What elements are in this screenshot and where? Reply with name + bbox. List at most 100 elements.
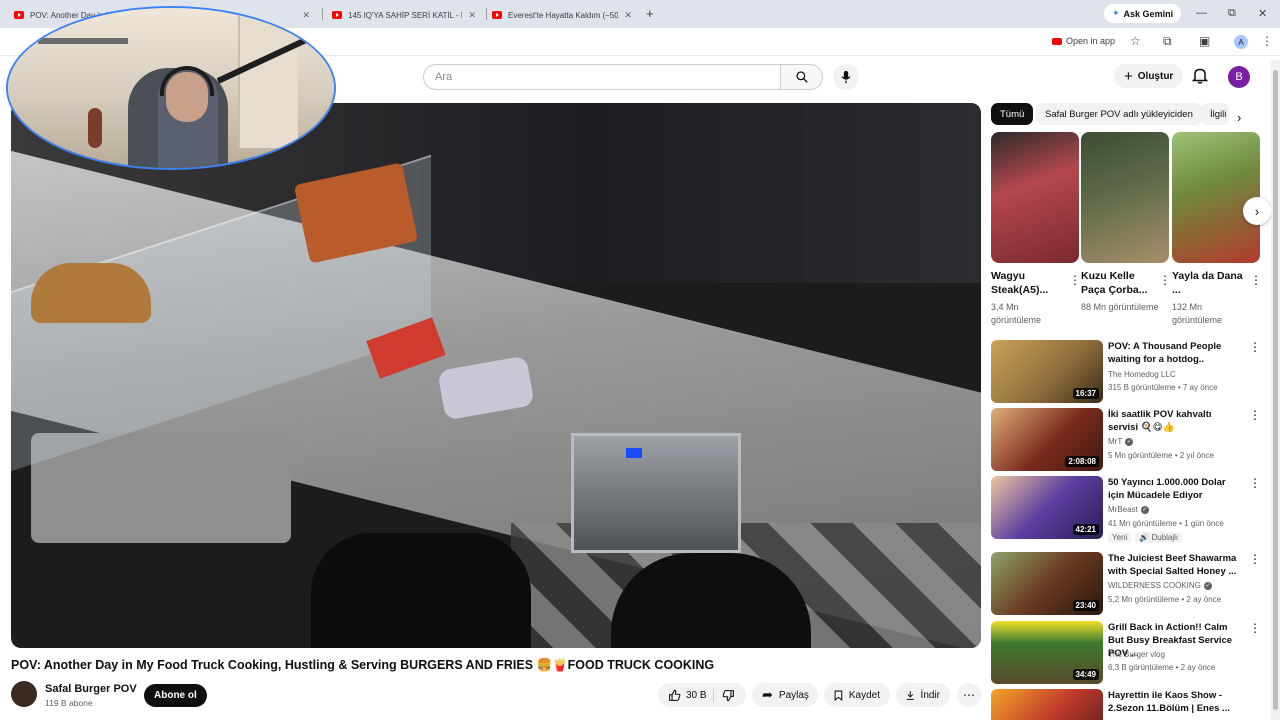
video-thumbnail[interactable]: 23:40 bbox=[991, 552, 1103, 615]
video-title[interactable]: The Juiciest Beef Shawarma with Special … bbox=[1108, 552, 1240, 578]
video-meta: 6,3 B görüntüleme • 2 ay önce bbox=[1108, 663, 1216, 672]
video-title[interactable]: Hayrettin ile Kaos Show - 2.Sezon 11.Böl… bbox=[1108, 689, 1240, 715]
channel-name[interactable]: MrBeast ✓ bbox=[1108, 505, 1149, 514]
thumbs-down-icon bbox=[722, 689, 734, 701]
video-title[interactable]: İki saatlik POV kahvaltı servisi 🍳😋👍 bbox=[1108, 408, 1240, 434]
chip-related[interactable]: İlgili bbox=[1201, 103, 1229, 125]
video-title[interactable]: 50 Yayıncı 1.000.000 Dolar için Mücadele… bbox=[1108, 476, 1240, 502]
short-title[interactable]: Yayla da Dana ... bbox=[1172, 269, 1244, 297]
chip-from-uploader[interactable]: Safal Burger POV adlı yükleyiciden bbox=[1036, 103, 1202, 125]
short-thumbnail[interactable] bbox=[1081, 132, 1169, 263]
short-card[interactable]: Kuzu Kelle Paça Çorba... 88 Mn görüntüle… bbox=[1081, 132, 1171, 314]
channel-name[interactable]: The Burger vlog bbox=[1108, 650, 1165, 659]
short-thumbnail[interactable] bbox=[991, 132, 1079, 263]
tab-everest[interactable]: Everest'te Hayatta Kaldım (−50 ✕ bbox=[484, 4, 640, 26]
more-vert-icon[interactable]: ⋮ bbox=[1249, 340, 1261, 354]
duration-badge: 16:37 bbox=[1072, 388, 1099, 399]
more-vert-icon[interactable]: ⋮ bbox=[1249, 689, 1253, 703]
video-player[interactable] bbox=[11, 103, 981, 648]
download-button[interactable]: İndir bbox=[896, 683, 950, 707]
more-vert-icon[interactable]: ⋮ bbox=[1249, 408, 1261, 422]
close-icon[interactable]: ✕ bbox=[624, 10, 632, 21]
channel-avatar[interactable] bbox=[11, 681, 37, 707]
verified-icon: ✓ bbox=[1203, 581, 1212, 590]
more-vert-icon[interactable]: ⋮ bbox=[1249, 621, 1261, 635]
tab-title: Everest'te Hayatta Kaldım (−50 bbox=[508, 10, 619, 20]
share-button[interactable]: ➦ Paylaş bbox=[752, 683, 818, 707]
chip-all[interactable]: Tümü bbox=[991, 103, 1034, 125]
search-input[interactable]: Ara bbox=[423, 64, 781, 90]
audio-icon: 🔊 bbox=[1139, 533, 1152, 542]
scrollbar-thumb[interactable] bbox=[1273, 70, 1278, 710]
browser-profile-avatar[interactable]: A bbox=[1234, 35, 1248, 49]
like-button[interactable]: 30 B bbox=[668, 689, 707, 702]
video-frame-display bbox=[626, 448, 642, 458]
tab-serial-killer[interactable]: 145 IQ'YA SAHİP SERİ KATİL - El ✕ bbox=[324, 4, 484, 26]
recommendation-item[interactable]: 42:21 50 Yayıncı 1.000.000 Dolar için Mü… bbox=[991, 476, 1261, 543]
more-vert-icon[interactable]: ⋮ bbox=[1249, 476, 1261, 490]
tab-search-icon[interactable]: ▣ bbox=[1199, 34, 1210, 48]
new-tab-button[interactable]: + bbox=[646, 6, 654, 21]
more-vert-icon[interactable]: ⋮ bbox=[1069, 273, 1081, 287]
save-button[interactable]: Kaydet bbox=[824, 683, 890, 707]
channel-name[interactable]: MrT ✓ bbox=[1108, 437, 1134, 446]
channel-name[interactable]: The Homedog LLC bbox=[1108, 370, 1176, 379]
menu-dots-icon[interactable]: ⋮ bbox=[1261, 34, 1273, 48]
new-badge: Yeni bbox=[1108, 532, 1132, 543]
chevron-right-icon: › bbox=[1254, 203, 1260, 219]
more-vert-icon[interactable]: ⋮ bbox=[1159, 273, 1171, 287]
more-actions-button[interactable]: ⋯ bbox=[957, 683, 981, 707]
more-vert-icon[interactable]: ⋮ bbox=[1250, 273, 1262, 287]
create-button[interactable]: + Oluştur bbox=[1114, 64, 1184, 88]
channel-name[interactable]: Safal Burger POV bbox=[45, 683, 137, 695]
video-thumbnail[interactable]: 2:08:08 bbox=[991, 408, 1103, 471]
open-in-app-button[interactable]: Open in app bbox=[1052, 36, 1115, 46]
short-views: 132 Mn görüntüleme bbox=[1172, 302, 1223, 325]
short-thumbnail[interactable] bbox=[1172, 132, 1260, 263]
close-window-button[interactable]: ✕ bbox=[1258, 7, 1267, 20]
duration-badge: 34:49 bbox=[1072, 669, 1099, 680]
video-thumbnail[interactable] bbox=[991, 689, 1103, 720]
close-icon[interactable]: ✕ bbox=[302, 10, 310, 21]
ask-gemini-button[interactable]: ✦ Ask Gemini bbox=[1104, 4, 1182, 23]
short-title[interactable]: Wagyu Steak(A5)... bbox=[991, 269, 1063, 297]
download-label: İndir bbox=[920, 689, 940, 701]
recommendation-item[interactable]: 2:08:08 İki saatlik POV kahvaltı servisi… bbox=[991, 408, 1261, 472]
short-card[interactable]: Yayla da Dana ... 132 Mn görüntüleme ⋮ bbox=[1172, 132, 1262, 327]
page-scrollbar[interactable] bbox=[1271, 60, 1280, 720]
recommendation-item[interactable]: 16:37 POV: A Thousand People waiting for… bbox=[991, 340, 1261, 404]
voice-search-button[interactable] bbox=[833, 64, 859, 90]
shorts-next-button[interactable]: › bbox=[1243, 197, 1271, 225]
create-label: Oluştur bbox=[1137, 70, 1174, 82]
close-icon[interactable]: ✕ bbox=[468, 10, 476, 21]
channel-name[interactable]: WILDERNESS COOKING ✓ bbox=[1108, 581, 1212, 590]
recommendation-item[interactable]: 23:40 The Juiciest Beef Shawarma with Sp… bbox=[991, 552, 1261, 616]
channel-name-text: WILDERNESS COOKING bbox=[1108, 581, 1201, 590]
video-frame-glove bbox=[311, 533, 531, 648]
short-card[interactable]: Wagyu Steak(A5)... 3,4 Mn görüntüleme ⋮ bbox=[991, 132, 1081, 327]
gemini-icon: ✦ bbox=[1112, 8, 1120, 18]
recommendation-item[interactable]: 34:49 Grill Back in Action!! Calm But Bu… bbox=[991, 621, 1261, 685]
user-avatar[interactable]: B bbox=[1228, 66, 1250, 88]
video-thumbnail[interactable]: 34:49 bbox=[991, 621, 1103, 684]
video-thumbnail[interactable]: 42:21 bbox=[991, 476, 1103, 539]
short-title[interactable]: Kuzu Kelle Paça Çorba... bbox=[1081, 269, 1153, 297]
subscribe-button[interactable]: Abone ol bbox=[144, 684, 207, 707]
extensions-icon[interactable]: ⧉ bbox=[1163, 34, 1172, 49]
video-title[interactable]: POV: A Thousand People waiting for a hot… bbox=[1108, 340, 1240, 366]
video-thumbnail[interactable]: 16:37 bbox=[991, 340, 1103, 403]
minimize-button[interactable]: — bbox=[1196, 7, 1207, 19]
video-meta: 41 Mn görüntüleme • 1 gün önce bbox=[1108, 519, 1224, 528]
star-icon[interactable]: ☆ bbox=[1130, 34, 1141, 48]
thumbs-up-icon bbox=[669, 689, 681, 701]
dislike-button[interactable] bbox=[712, 688, 735, 702]
search-button[interactable] bbox=[781, 64, 823, 90]
maximize-button[interactable]: ⧉ bbox=[1228, 7, 1236, 20]
recommendation-item[interactable]: Hayrettin ile Kaos Show - 2.Sezon 11.Böl… bbox=[991, 689, 1253, 720]
chevron-right-icon[interactable]: › bbox=[1237, 110, 1241, 125]
notifications-button[interactable] bbox=[1191, 67, 1209, 89]
video-meta: 5 Mn görüntüleme • 2 yıl önce bbox=[1108, 451, 1214, 460]
plus-icon: + bbox=[1124, 67, 1133, 85]
tab-title: 145 IQ'YA SAHİP SERİ KATİL - El bbox=[348, 10, 463, 20]
more-vert-icon[interactable]: ⋮ bbox=[1249, 552, 1261, 566]
